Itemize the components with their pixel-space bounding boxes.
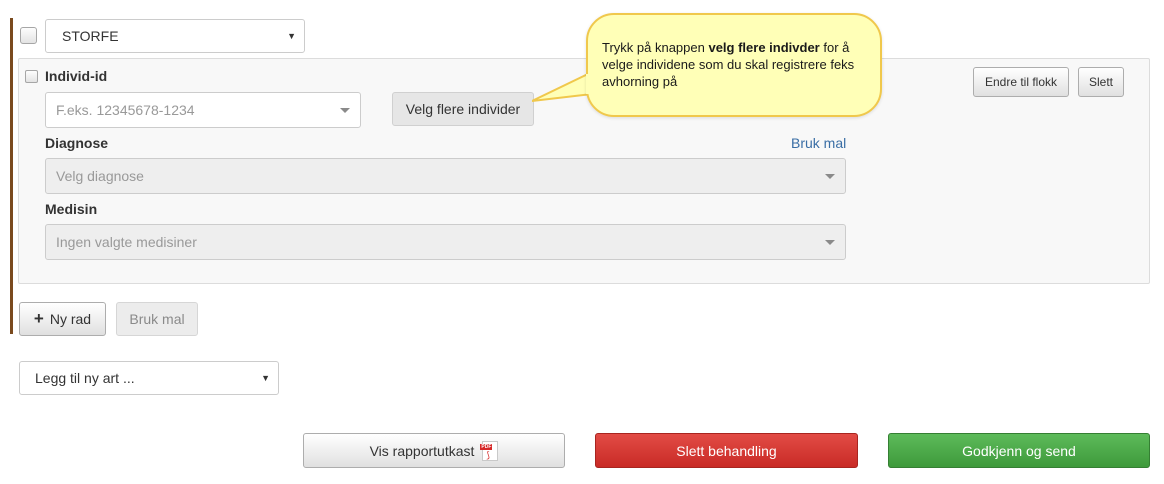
diagnosis-use-template-link[interactable]: Bruk mal	[791, 135, 846, 151]
new-row-label: Ny rad	[49, 311, 92, 327]
change-to-flock-label: Endre til flokk	[984, 75, 1058, 89]
delete-row-label: Slett	[1088, 75, 1113, 89]
help-callout: Trykk på knappen velg flere indivder for…	[586, 13, 882, 117]
caret-down-icon: ▼	[261, 373, 270, 383]
delete-row-button[interactable]: Slett	[1078, 67, 1124, 97]
use-template-button[interactable]: Bruk mal	[116, 302, 198, 336]
species-select-value: STORFE	[62, 28, 119, 44]
individual-checkbox[interactable]	[25, 70, 38, 83]
select-multiple-individuals-button[interactable]: Velg flere individer	[392, 92, 534, 126]
callout-text-bold: velg flere indivder	[708, 40, 820, 55]
pdf-icon: PDF ⟆	[480, 440, 499, 461]
view-report-draft-label: Vis rapportutkast	[369, 442, 475, 459]
select-multiple-individuals-label: Velg flere individer	[405, 101, 521, 117]
chevron-down-icon	[825, 174, 835, 179]
diagnosis-placeholder: Velg diagnose	[56, 168, 144, 184]
medicine-placeholder: Ingen valgte medisiner	[56, 234, 197, 250]
view-report-draft-button[interactable]: Vis rapportutkast PDF ⟆	[303, 433, 565, 468]
callout-tail	[532, 71, 592, 102]
individual-id-placeholder: F.eks. 12345678-1234	[56, 102, 195, 118]
species-group-checkbox[interactable]	[20, 27, 37, 44]
species-group-bar	[10, 18, 13, 334]
callout-seam	[586, 74, 590, 94]
callout-text-before: Trykk på knappen	[602, 40, 709, 55]
delete-treatment-label: Slett behandling	[676, 442, 777, 459]
use-template-label: Bruk mal	[129, 311, 185, 327]
caret-down-icon: ▼	[287, 31, 296, 41]
chevron-down-icon	[340, 108, 350, 113]
individual-id-input[interactable]: F.eks. 12345678-1234	[45, 92, 361, 128]
individual-label: Individ-id	[45, 68, 108, 84]
plus-icon: +	[33, 309, 44, 328]
change-to-flock-button[interactable]: Endre til flokk	[973, 67, 1069, 97]
approve-and-send-button[interactable]: Godkjenn og send	[888, 433, 1150, 468]
add-species-value: Legg til ny art ...	[35, 370, 135, 386]
species-select[interactable]: STORFE ▼	[45, 19, 305, 53]
delete-treatment-button[interactable]: Slett behandling	[595, 433, 858, 468]
approve-and-send-label: Godkjenn og send	[962, 442, 1076, 459]
medicine-label: Medisin	[45, 201, 98, 217]
diagnosis-label: Diagnose	[45, 135, 109, 151]
diagnosis-select[interactable]: Velg diagnose	[45, 158, 846, 194]
add-species-select[interactable]: Legg til ny art ... ▼	[19, 361, 279, 395]
new-row-button[interactable]: + Ny rad	[19, 302, 106, 336]
chevron-down-icon	[825, 240, 835, 245]
medicine-select[interactable]: Ingen valgte medisiner	[45, 224, 846, 260]
